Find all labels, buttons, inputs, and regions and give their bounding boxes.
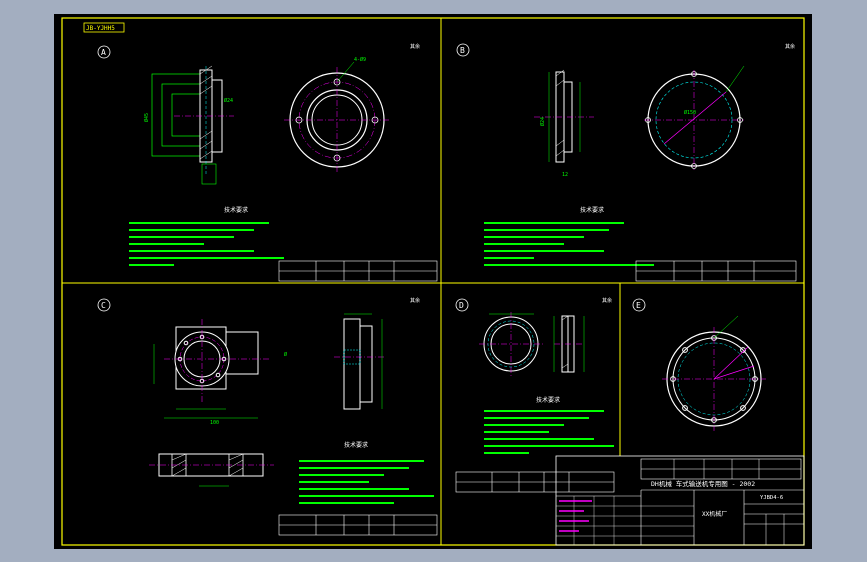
parts-table — [278, 514, 438, 536]
svg-text:Ø24: Ø24 — [224, 97, 233, 104]
ring-section — [553, 315, 585, 373]
tech-title: 技术要求 — [536, 396, 560, 404]
tech-title: 技术要求 — [344, 441, 368, 449]
zone-d: D 其余 技术要求 — [455, 297, 615, 493]
svg-text:Ø45: Ø45 — [143, 113, 150, 122]
drawing-code: JB-YJHH5 — [86, 25, 115, 32]
zone-letter: E — [636, 301, 641, 310]
company-stamp: XX机械厂 — [702, 510, 727, 518]
cad-drawing: JB-YJHH5 A 其余 Ø24 Ø45 4-Ø9 技术要求 B 其余 Ø24… — [61, 17, 805, 546]
svg-text:Ø24: Ø24 — [539, 117, 546, 126]
ring-view — [479, 312, 543, 376]
svg-text:100: 100 — [210, 420, 219, 426]
zone-letter: D — [459, 301, 464, 310]
zone-letter: B — [460, 46, 465, 55]
drawing-frame — [61, 17, 805, 546]
roughness-note: 其余 — [410, 43, 420, 50]
drawing-title: DH机械 车式输送机专用图 - 2002 — [651, 479, 755, 488]
svg-text:Ø: Ø — [284, 351, 287, 358]
tech-title: 技术要求 — [580, 206, 604, 214]
title-block: DH机械 车式输送机专用图 - 2002 YJBD4-6 XX机械厂 — [555, 455, 805, 546]
cad-viewport[interactable]: JB-YJHH5 A 其余 Ø24 Ø45 4-Ø9 技术要求 B 其余 Ø24… — [54, 14, 812, 549]
tech-notes — [484, 222, 654, 266]
tech-notes — [129, 222, 284, 266]
tech-notes — [299, 460, 434, 504]
zone-b: B 其余 Ø24 12 Ø150 技术要求 — [456, 43, 797, 282]
roughness-note: 其余 — [602, 297, 612, 304]
roughness-note: 其余 — [785, 43, 795, 50]
zone-letter: A — [101, 48, 106, 57]
flange-view — [662, 315, 766, 431]
side-view — [334, 313, 384, 410]
zone-c: C 其余 100 Ø 技术要求 — [97, 297, 438, 536]
tech-title: 技术要求 — [224, 206, 248, 214]
zone-e: E — [632, 298, 766, 431]
tech-notes — [484, 410, 614, 454]
bottom-section — [149, 453, 274, 487]
flange-view: Ø150 — [644, 65, 745, 170]
svg-text:4-Ø9: 4-Ø9 — [354, 56, 366, 63]
zone-a: A 其余 Ø24 Ø45 4-Ø9 技术要求 — [97, 43, 438, 282]
drawing-number: YJBD4-6 — [760, 495, 783, 501]
parts-table — [278, 260, 438, 282]
svg-text:12: 12 — [562, 172, 568, 178]
parts-table — [635, 260, 797, 282]
flange-view: 4-Ø9 — [284, 56, 390, 173]
zone-letter: C — [101, 301, 106, 310]
section-view: Ø24 Ø45 — [143, 65, 234, 185]
parts-table — [455, 471, 615, 493]
section-view: Ø24 12 — [534, 69, 594, 178]
roughness-note: 其余 — [410, 297, 420, 304]
svg-text:Ø150: Ø150 — [684, 109, 696, 116]
plan-view: 100 Ø — [153, 319, 287, 426]
